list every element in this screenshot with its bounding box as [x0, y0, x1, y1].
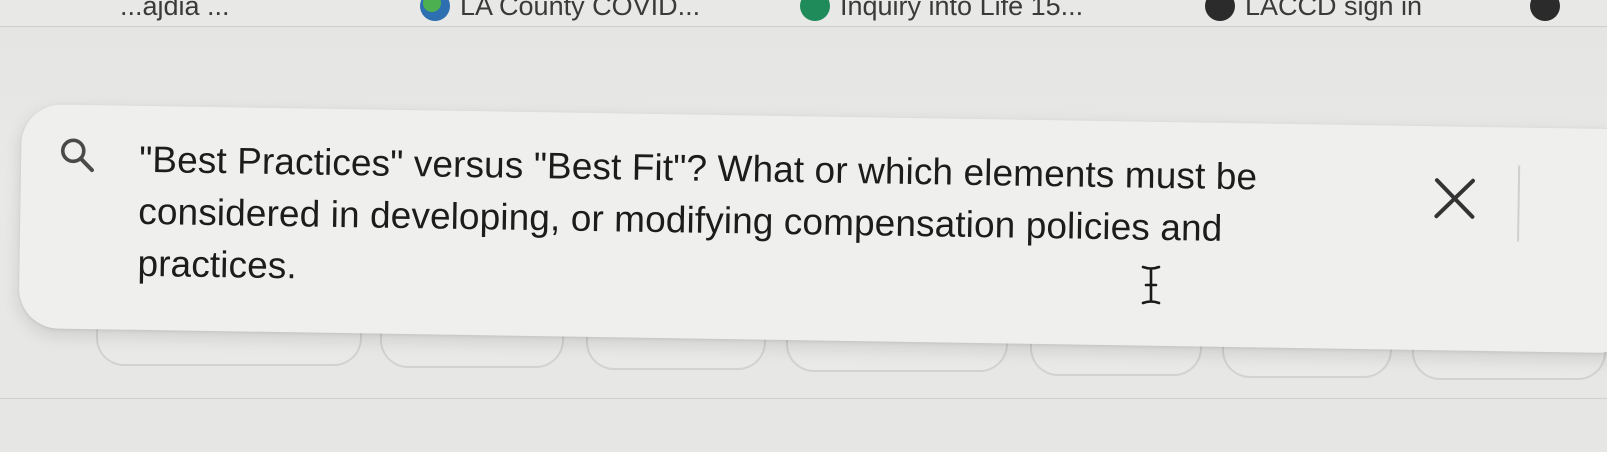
bookmark-item[interactable]: LA County COVID...	[420, 0, 700, 26]
globe-icon	[420, 0, 450, 21]
search-input[interactable]: "Best Practices" versus "Best Fit"? What…	[137, 134, 1379, 309]
bookmark-item[interactable]: LACCD sign in	[1205, 0, 1422, 26]
close-icon[interactable]	[1428, 172, 1481, 225]
bookmark-item[interactable]	[1530, 0, 1560, 26]
bookmark-label: Inquiry into Life 15...	[840, 0, 1084, 21]
dark-circle-icon	[1205, 0, 1235, 21]
bookmark-item[interactable]: ...ajdia ...	[120, 0, 230, 26]
bookmark-item[interactable]: Inquiry into Life 15...	[800, 0, 1083, 26]
bookmarks-bar: ...ajdia ... LA County COVID... Inquiry …	[0, 0, 1607, 27]
bookmark-label: LACCD sign in	[1245, 0, 1423, 21]
divider-line	[0, 398, 1607, 399]
text-cursor-icon	[1141, 265, 1161, 305]
search-box[interactable]: "Best Practices" versus "Best Fit"? What…	[18, 104, 1607, 354]
bookmark-label: LA County COVID...	[460, 0, 701, 21]
bookmark-label: ...ajdia ...	[120, 0, 230, 21]
search-icon	[60, 138, 94, 173]
green-circle-icon	[800, 0, 830, 21]
search-divider	[1517, 165, 1521, 242]
dark-circle-icon	[1530, 0, 1560, 21]
